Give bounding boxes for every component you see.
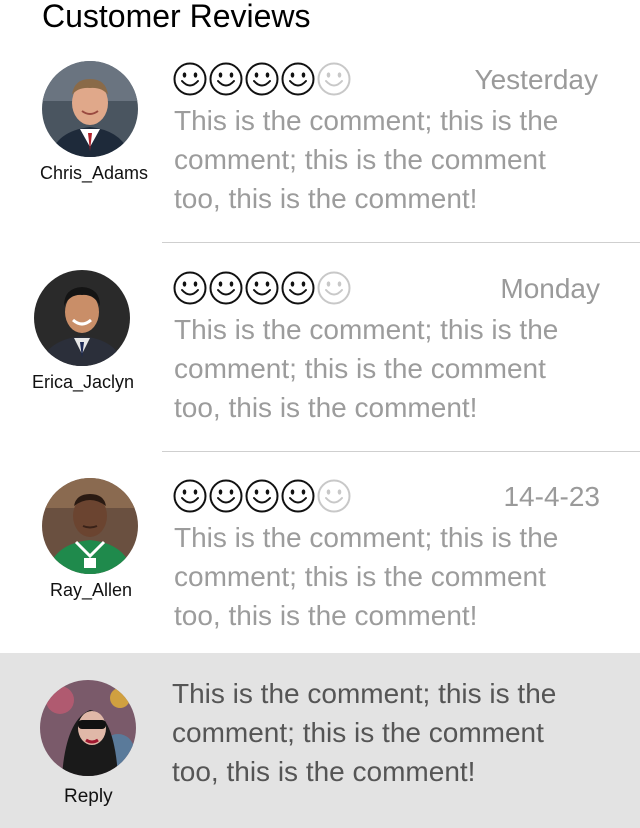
divider xyxy=(162,242,640,243)
smiley-face-icon xyxy=(281,271,315,305)
smiley-face-icon xyxy=(173,62,207,96)
comment-line: comment; this is the comment xyxy=(174,561,546,592)
comment-line: comment; this is the comment xyxy=(174,144,546,175)
reviewer-name: Chris_Adams xyxy=(40,163,149,183)
divider xyxy=(162,451,640,452)
review-date: Monday xyxy=(500,273,600,304)
comment-line: too, this is the comment! xyxy=(174,183,478,214)
avatar[interactable] xyxy=(42,61,138,157)
comment-line: comment; this is the comment xyxy=(174,353,546,384)
star-rating xyxy=(172,478,352,514)
review-comment: This is the comment; this is the comment… xyxy=(174,518,614,635)
star-rating xyxy=(172,61,352,97)
reply-panel[interactable]: This is the comment; this is the comment… xyxy=(0,653,640,828)
avatar xyxy=(40,680,136,776)
comment-line: comment; this is the comment xyxy=(172,717,544,748)
review-item: Ray_Allen 14-4-23 This is the comment; t… xyxy=(0,460,640,669)
reviewer-name: Erica_Jaclyn xyxy=(32,372,135,392)
smiley-face-icon xyxy=(173,271,207,305)
review-date: 14-4-23 xyxy=(503,481,600,512)
customer-reviews-screen: Customer Reviews Chris_Adams Yesterday T… xyxy=(0,0,640,828)
comment-line: This is the comment; this is the xyxy=(174,522,559,553)
review-comment: This is the comment; this is the comment… xyxy=(174,310,614,427)
avatar[interactable] xyxy=(42,478,138,574)
smiley-face-icon xyxy=(173,479,207,513)
smiley-face-icon xyxy=(317,62,351,96)
smiley-face-icon xyxy=(245,62,279,96)
comment-line: too, this is the comment! xyxy=(172,756,476,787)
smiley-face-icon xyxy=(245,271,279,305)
review-comment: This is the comment; this is the comment… xyxy=(174,101,614,218)
avatar-photo xyxy=(42,61,138,157)
review-item: Erica_Jaclyn Monday This is the comment;… xyxy=(0,252,640,461)
smiley-face-icon xyxy=(281,62,315,96)
smiley-face-icon xyxy=(245,479,279,513)
comment-line: This is the comment; this is the xyxy=(174,105,559,136)
comment-line: too, this is the comment! xyxy=(174,600,478,631)
reply-comment[interactable]: This is the comment; this is the comment… xyxy=(172,674,556,791)
smiley-face-icon xyxy=(317,479,351,513)
avatar-photo xyxy=(42,478,138,574)
review-date: Yesterday xyxy=(474,64,599,95)
reply-button[interactable]: Reply xyxy=(64,786,113,808)
avatar-photo xyxy=(40,680,136,776)
smiley-face-icon xyxy=(317,271,351,305)
smiley-face-icon xyxy=(281,479,315,513)
star-rating xyxy=(172,270,352,306)
avatar[interactable] xyxy=(34,270,130,366)
smiley-face-icon xyxy=(209,271,243,305)
comment-line: This is the comment; this is the xyxy=(172,678,557,709)
smiley-face-icon xyxy=(209,479,243,513)
smiley-face-icon xyxy=(209,62,243,96)
avatar-photo xyxy=(34,270,130,366)
page-title: Customer Reviews xyxy=(42,0,311,34)
review-item: Chris_Adams Yesterday This is the commen… xyxy=(0,43,640,252)
comment-line: too, this is the comment! xyxy=(174,392,478,423)
reviewer-name: Ray_Allen xyxy=(50,580,133,600)
comment-line: This is the comment; this is the xyxy=(174,314,559,345)
